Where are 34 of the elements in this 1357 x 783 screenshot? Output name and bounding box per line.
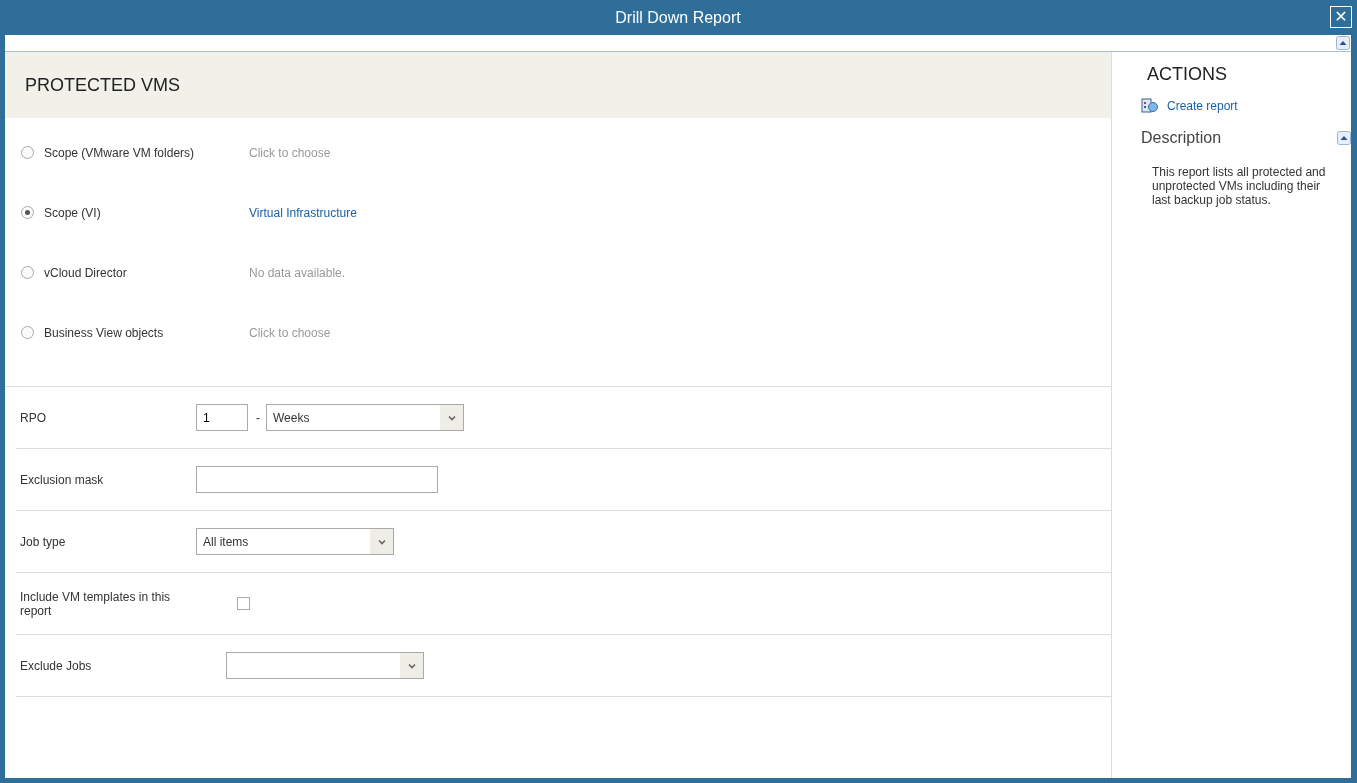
scope-hint: Click to choose bbox=[249, 146, 331, 160]
description-text: This report lists all protected and unprotected VMs including their last backup job status. bbox=[1152, 165, 1327, 207]
field-label: Job type bbox=[20, 534, 67, 549]
dropdown[interactable] bbox=[226, 652, 424, 679]
dropdown[interactable]: Weeks bbox=[266, 404, 464, 431]
scope-hint: Click to choose bbox=[249, 326, 331, 340]
window-title: Drill Down Report bbox=[615, 8, 741, 27]
radio-button[interactable] bbox=[21, 206, 34, 219]
create-report-link[interactable]: Create report bbox=[1167, 99, 1238, 113]
radio-button[interactable] bbox=[21, 146, 34, 159]
report-icon bbox=[1141, 97, 1159, 115]
checkbox[interactable] bbox=[237, 597, 250, 610]
scope-label: Business View objects bbox=[44, 326, 165, 340]
field-label: Exclude Jobs bbox=[20, 658, 93, 673]
field-label: RPO bbox=[20, 410, 47, 425]
description-heading: Description bbox=[1141, 129, 1222, 147]
collapse-icon[interactable] bbox=[1337, 131, 1351, 145]
scope-label: Scope (VI) bbox=[44, 206, 102, 220]
dropdown[interactable]: All items bbox=[196, 528, 394, 555]
scope-link[interactable]: Virtual Infrastructure bbox=[249, 206, 357, 220]
field-label: Exclusion mask bbox=[20, 472, 105, 487]
radio-button[interactable] bbox=[21, 326, 34, 339]
close-button[interactable]: ✕ bbox=[1330, 6, 1352, 28]
field-label: Include VM templates in this report bbox=[20, 589, 172, 618]
scope-label: vCloud Director bbox=[44, 266, 128, 280]
scope-hint: No data available. bbox=[249, 266, 346, 280]
actions-heading: ACTIONS bbox=[1147, 64, 1228, 85]
radio-button[interactable] bbox=[21, 266, 34, 279]
text-field[interactable] bbox=[196, 466, 438, 493]
collapse-icon[interactable] bbox=[1336, 36, 1350, 50]
scope-label: Scope (VMware VM folders) bbox=[44, 146, 196, 160]
number-field[interactable]: 1 bbox=[196, 404, 248, 431]
separator-text: - bbox=[256, 410, 260, 425]
report-heading: PROTECTED VMS bbox=[25, 74, 180, 96]
